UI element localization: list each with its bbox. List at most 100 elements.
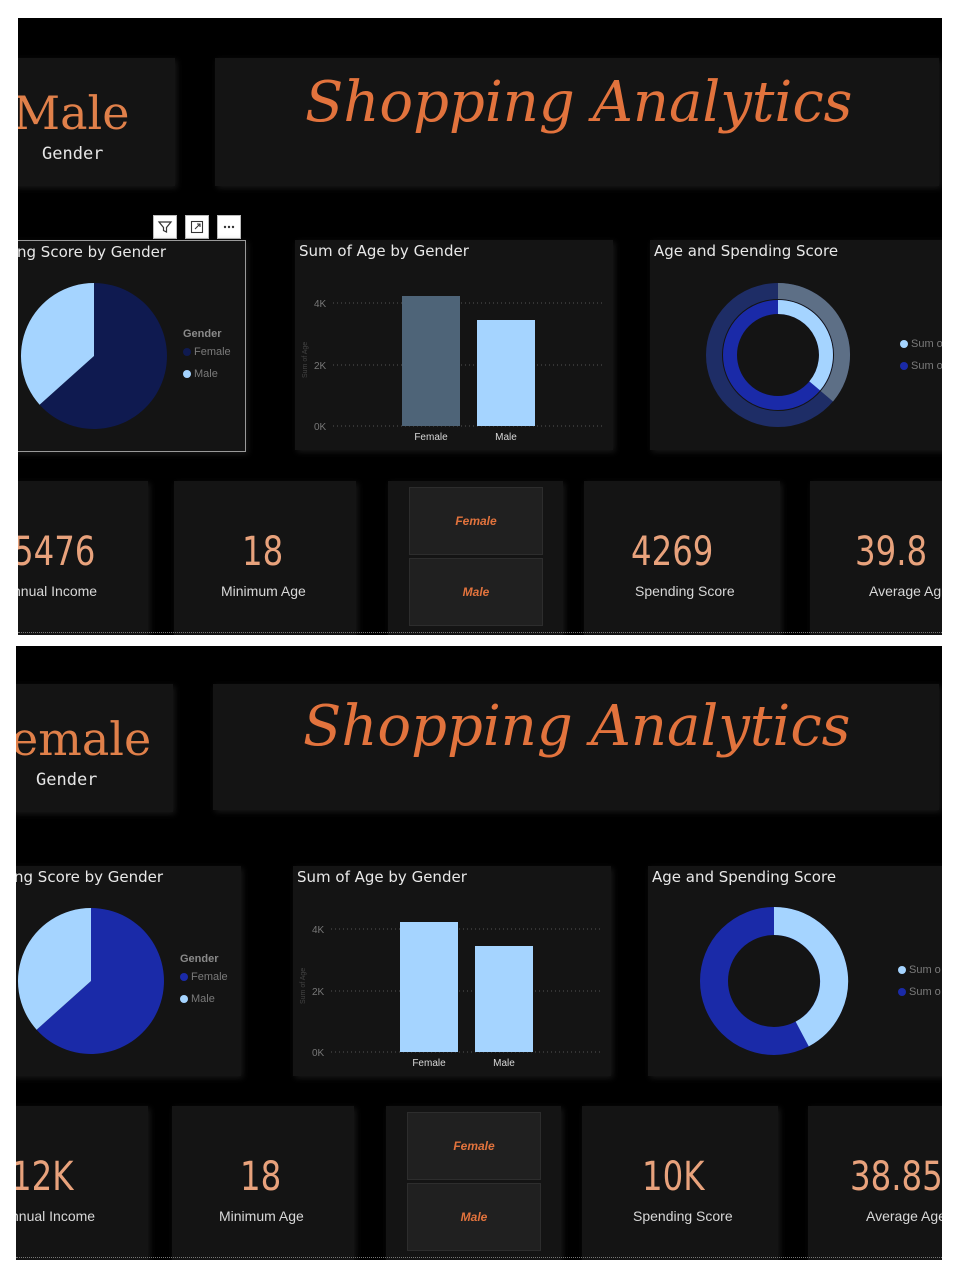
donut-chart-title: Age and Spending Score bbox=[652, 868, 837, 886]
bar-chart-title: Sum of Age by Gender bbox=[299, 242, 469, 260]
legend-label: Male bbox=[191, 993, 215, 1005]
page-title: Shopping Analytics bbox=[305, 70, 853, 135]
bar-chart-panel[interactable]: Sum of Age by Gender 4K 2K 0K Sum of Age… bbox=[293, 866, 611, 1076]
y-axis-label: Sum of Age bbox=[302, 342, 309, 378]
kpi-spending-score[interactable]: 10K Spending Score bbox=[582, 1106, 778, 1260]
donut-legend-item-1[interactable]: Sum o bbox=[898, 964, 941, 976]
bar-chart[interactable]: 4K 2K 0K Sum of Age Female Male bbox=[293, 896, 611, 1076]
kpi-label: nnual Income bbox=[16, 1208, 96, 1224]
kpi-value: 18 bbox=[240, 1154, 282, 1200]
gender-card[interactable]: Male Gender bbox=[18, 58, 175, 186]
kpi-average-age[interactable]: 38.85 Average Age bbox=[808, 1106, 942, 1260]
bar-male[interactable] bbox=[477, 320, 535, 426]
y-tick-0k: 0K bbox=[312, 1048, 325, 1059]
bar-female[interactable] bbox=[402, 296, 460, 426]
page-divider bbox=[18, 632, 942, 633]
pie-legend-female[interactable]: Female bbox=[183, 346, 231, 358]
pie-legend-male[interactable]: Male bbox=[183, 368, 218, 380]
kpi-annual-income[interactable]: 5476 nnual Income bbox=[18, 481, 148, 635]
pie-chart-panel[interactable]: ng Score by Gender Gender Female Male bbox=[18, 240, 246, 452]
x-tick-female: Female bbox=[414, 432, 448, 443]
kpi-minimum-age[interactable]: 18 Minimum Age bbox=[172, 1106, 354, 1260]
bar-male[interactable] bbox=[475, 946, 533, 1052]
pie-chart-title: ng Score by Gender bbox=[18, 243, 167, 261]
kpi-label: Minimum Age bbox=[221, 583, 306, 599]
gender-card[interactable]: emale Gender bbox=[16, 684, 173, 812]
bar-chart-title: Sum of Age by Gender bbox=[297, 868, 467, 886]
pie-legend-female[interactable]: Female bbox=[180, 971, 228, 983]
donut-legend-item-2[interactable]: Sum o bbox=[898, 986, 941, 998]
y-tick-2k: 2K bbox=[314, 361, 327, 372]
kpi-label: Spending Score bbox=[633, 1208, 733, 1224]
kpi-spending-score[interactable]: 4269 Spending Score bbox=[584, 481, 780, 635]
pie-chart-panel[interactable]: ng Score by Gender Gender Female Male bbox=[16, 866, 241, 1076]
legend-label: Male bbox=[194, 368, 218, 380]
legend-label: Sum o bbox=[911, 360, 942, 372]
donut-chart[interactable] bbox=[700, 280, 860, 430]
donut-legend-item-1[interactable]: Sum o bbox=[900, 338, 942, 350]
gender-slicer[interactable]: Female Male bbox=[386, 1106, 561, 1260]
kpi-label: Minimum Age bbox=[219, 1208, 304, 1224]
slicer-option-male[interactable]: Male bbox=[407, 1183, 541, 1251]
gender-value: Male bbox=[18, 86, 130, 140]
title-panel: Shopping Analytics bbox=[213, 684, 939, 810]
kpi-annual-income[interactable]: 12K nnual Income bbox=[16, 1106, 148, 1260]
legend-label: Sum o bbox=[909, 986, 941, 998]
focus-mode-icon[interactable] bbox=[185, 215, 209, 239]
donut-legend-item-2[interactable]: Sum o bbox=[900, 360, 942, 372]
kpi-average-age[interactable]: 39.8 Average Ag bbox=[810, 481, 942, 635]
legend-dot bbox=[900, 340, 908, 348]
kpi-label: Average Age bbox=[866, 1208, 942, 1224]
slicer-option-male[interactable]: Male bbox=[409, 558, 543, 626]
bar-chart[interactable]: 4K 2K 0K Sum of Age Female Male bbox=[295, 270, 613, 450]
legend-label: Sum o bbox=[911, 338, 942, 350]
kpi-label: Spending Score bbox=[635, 583, 735, 599]
page-divider bbox=[16, 1257, 942, 1258]
title-panel: Shopping Analytics bbox=[215, 58, 939, 186]
bar-chart-panel[interactable]: Sum of Age by Gender 4K 2K 0K Sum of Age… bbox=[295, 240, 613, 450]
kpi-value: 4269 bbox=[631, 529, 714, 575]
x-tick-male: Male bbox=[495, 432, 517, 443]
page-title: Shopping Analytics bbox=[303, 694, 851, 759]
kpi-value: 10K bbox=[642, 1154, 705, 1200]
donut-chart[interactable] bbox=[698, 906, 858, 1056]
dashboard-female: emale Gender Shopping Analytics ng Score… bbox=[16, 646, 942, 1260]
gender-value: emale bbox=[16, 712, 152, 766]
kpi-label: Average Ag bbox=[869, 583, 942, 599]
donut-chart-panel[interactable]: Age and Spending Score Sum o Sum o bbox=[650, 240, 942, 450]
kpi-value: 39.8 bbox=[855, 529, 928, 575]
pie-chart-title: ng Score by Gender bbox=[16, 868, 164, 886]
donut-chart-title: Age and Spending Score bbox=[654, 242, 839, 260]
y-tick-0k: 0K bbox=[314, 422, 327, 433]
donut-chart-panel[interactable]: Age and Spending Score Sum o Sum o bbox=[648, 866, 942, 1076]
dashboard-male: Male Gender Shopping Analytics ng Score … bbox=[18, 18, 942, 635]
more-options-icon[interactable] bbox=[217, 215, 241, 239]
kpi-value: 5476 bbox=[18, 529, 96, 575]
legend-dot bbox=[183, 348, 191, 356]
slicer-option-female[interactable]: Female bbox=[409, 487, 543, 555]
pie-legend-male[interactable]: Male bbox=[180, 993, 215, 1005]
filter-icon[interactable] bbox=[153, 215, 177, 239]
y-tick-2k: 2K bbox=[312, 987, 325, 998]
y-tick-4k: 4K bbox=[312, 925, 325, 936]
pie-chart[interactable] bbox=[16, 896, 171, 1066]
pie-chart[interactable] bbox=[18, 271, 174, 441]
legend-label: Sum o bbox=[909, 964, 941, 976]
slicer-option-female[interactable]: Female bbox=[407, 1112, 541, 1180]
legend-dot bbox=[183, 370, 191, 378]
legend-dot bbox=[180, 995, 188, 1003]
gender-label: Gender bbox=[36, 770, 98, 790]
legend-dot bbox=[898, 966, 906, 974]
donut-arc[interactable] bbox=[773, 907, 849, 1047]
bar-female[interactable] bbox=[400, 922, 458, 1052]
donut-inner-arc[interactable] bbox=[777, 300, 833, 391]
legend-label: Female bbox=[191, 971, 228, 983]
legend-label: Female bbox=[194, 346, 231, 358]
gender-label: Gender bbox=[42, 144, 104, 164]
pie-legend-title: Gender bbox=[180, 953, 219, 965]
kpi-value: 38.85 bbox=[850, 1154, 942, 1200]
x-tick-female: Female bbox=[412, 1058, 446, 1069]
gender-slicer[interactable]: Female Male bbox=[388, 481, 563, 635]
kpi-minimum-age[interactable]: 18 Minimum Age bbox=[174, 481, 356, 635]
legend-dot bbox=[180, 973, 188, 981]
